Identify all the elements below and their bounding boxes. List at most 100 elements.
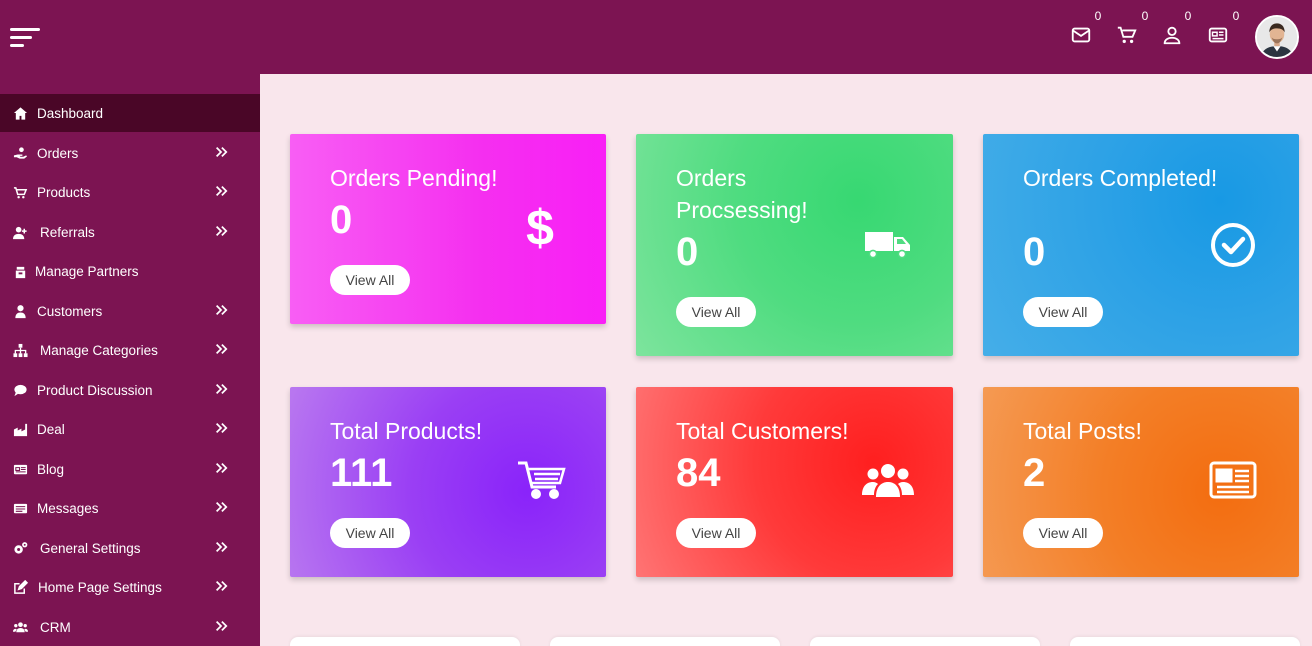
sidebar-item-label: Manage Categories xyxy=(40,342,158,358)
sitemap-icon xyxy=(11,341,29,359)
double-chevron-right-icon xyxy=(214,184,230,200)
view-all-button[interactable]: View All xyxy=(1023,518,1103,548)
double-chevron-right-icon xyxy=(214,461,230,477)
card-title: Total Posts! xyxy=(1023,418,1142,444)
sidebar-item-label: Orders xyxy=(37,145,79,161)
double-chevron-right-icon xyxy=(214,500,230,516)
sidebar-item-products[interactable]: Products xyxy=(0,173,260,211)
users-icon xyxy=(860,455,916,511)
card-title: Orders Pending! xyxy=(330,165,498,191)
total-posts-card: Total Posts! 2 View All xyxy=(983,387,1299,577)
sidebar-item-customers[interactable]: Customers xyxy=(0,292,260,330)
double-chevron-right-icon xyxy=(214,145,230,161)
cart-count: 0 xyxy=(1141,9,1149,23)
newspaper-icon xyxy=(1205,453,1261,509)
sidebar-item-dashboard[interactable]: Dashboard xyxy=(0,94,260,132)
view-all-button[interactable]: View All xyxy=(330,265,410,295)
sidebar-item-label: Blog xyxy=(37,461,65,477)
double-chevron-right-icon xyxy=(214,224,230,240)
card-value: 111 xyxy=(330,451,393,495)
card-value: 0 xyxy=(330,198,353,242)
sidebar-item-label: Dashboard xyxy=(37,105,104,121)
view-all-button[interactable]: View All xyxy=(676,297,756,327)
sidebar-item-home-page-settings[interactable]: Home Page Settings xyxy=(0,568,260,606)
panel-stub xyxy=(550,637,780,646)
sidebar-item-label: Messages xyxy=(37,500,99,516)
orders-pending-card: Orders Pending! 0 $ View All xyxy=(290,134,606,324)
sidebar-item-label: Home Page Settings xyxy=(38,579,162,595)
newspaper-icon[interactable] xyxy=(1205,22,1231,48)
users-icon xyxy=(11,618,29,636)
double-chevron-right-icon xyxy=(214,540,230,556)
user-plus-icon xyxy=(11,223,29,241)
cart-icon xyxy=(514,453,570,509)
truck-icon xyxy=(862,216,912,272)
double-chevron-right-icon xyxy=(214,579,230,595)
sidebar-item-general-settings[interactable]: General Settings xyxy=(0,529,260,567)
deal-icon xyxy=(11,420,29,438)
sidebar-item-referrals[interactable]: Referrals xyxy=(0,213,260,251)
dollar-icon: $ xyxy=(512,200,568,256)
card-title: Orders Completed! xyxy=(1023,165,1218,191)
sidebar: Dashboard Orders Products Referrals Mana… xyxy=(0,74,260,646)
check-circle-icon xyxy=(1205,217,1261,273)
panel-stub xyxy=(1070,637,1300,646)
double-chevron-right-icon xyxy=(214,421,230,437)
card-value: 84 xyxy=(676,451,721,495)
news-count: 0 xyxy=(1232,9,1240,23)
messages-icon xyxy=(11,499,29,517)
total-customers-card: Total Customers! 84 View All xyxy=(636,387,953,577)
avatar[interactable] xyxy=(1255,15,1299,59)
double-chevron-right-icon xyxy=(214,303,230,319)
sidebar-item-orders[interactable]: Orders xyxy=(0,134,260,172)
sidebar-item-blog[interactable]: Blog xyxy=(0,450,260,488)
card-value: 0 xyxy=(676,230,699,274)
users-count: 0 xyxy=(1184,9,1192,23)
sidebar-item-label: CRM xyxy=(40,619,71,635)
double-chevron-right-icon xyxy=(214,619,230,635)
sidebar-item-label: General Settings xyxy=(40,540,141,556)
double-chevron-right-icon xyxy=(214,342,230,358)
user-icon xyxy=(11,302,29,320)
menu-toggle-icon[interactable] xyxy=(10,26,42,50)
sidebar-item-manage-partners[interactable]: Manage Partners xyxy=(0,252,260,290)
newspaper-icon xyxy=(11,460,29,478)
svg-text:$: $ xyxy=(526,200,554,256)
top-header: 0 0 0 0 xyxy=(0,0,1312,74)
sidebar-item-label: Products xyxy=(37,184,91,200)
cogs-icon xyxy=(11,539,29,557)
view-all-button[interactable]: View All xyxy=(1023,297,1103,327)
view-all-button[interactable]: View All xyxy=(676,518,756,548)
sidebar-item-label: Deal xyxy=(37,421,65,437)
messages-count: 0 xyxy=(1094,9,1102,23)
sidebar-item-messages[interactable]: Messages xyxy=(0,489,260,527)
sidebar-item-label: Customers xyxy=(37,303,103,319)
card-value: 0 xyxy=(1023,230,1046,274)
orders-completed-card: Orders Completed! 0 View All xyxy=(983,134,1299,356)
sidebar-item-label: Product Discussion xyxy=(37,382,153,398)
panel-stub xyxy=(810,637,1040,646)
orders-processing-card: Orders Procsessing! 0 View All xyxy=(636,134,953,356)
total-products-card: Total Products! 111 View All xyxy=(290,387,606,577)
edit-icon xyxy=(11,578,29,596)
sidebar-item-deal[interactable]: Deal xyxy=(0,410,260,448)
sidebar-item-label: Referrals xyxy=(40,224,95,240)
sidebar-item-label: Manage Partners xyxy=(35,263,139,279)
card-value: 2 xyxy=(1023,451,1046,495)
card-title: Orders Procsessing! xyxy=(676,165,808,223)
home-icon xyxy=(11,104,29,122)
view-all-button[interactable]: View All xyxy=(330,518,410,548)
hand-holding-icon xyxy=(11,144,29,162)
cart-icon[interactable] xyxy=(1114,22,1140,48)
card-title: Total Products! xyxy=(330,418,483,444)
comment-icon xyxy=(11,381,29,399)
cart-icon xyxy=(11,183,29,201)
user-icon[interactable] xyxy=(1159,22,1185,48)
card-title: Total Customers! xyxy=(676,418,849,444)
sidebar-item-product-discussion[interactable]: Product Discussion xyxy=(0,371,260,409)
partners-icon xyxy=(11,262,29,280)
sidebar-item-manage-categories[interactable]: Manage Categories xyxy=(0,331,260,369)
messages-icon[interactable] xyxy=(1068,22,1094,48)
double-chevron-right-icon xyxy=(214,382,230,398)
sidebar-item-crm[interactable]: CRM xyxy=(0,608,260,646)
